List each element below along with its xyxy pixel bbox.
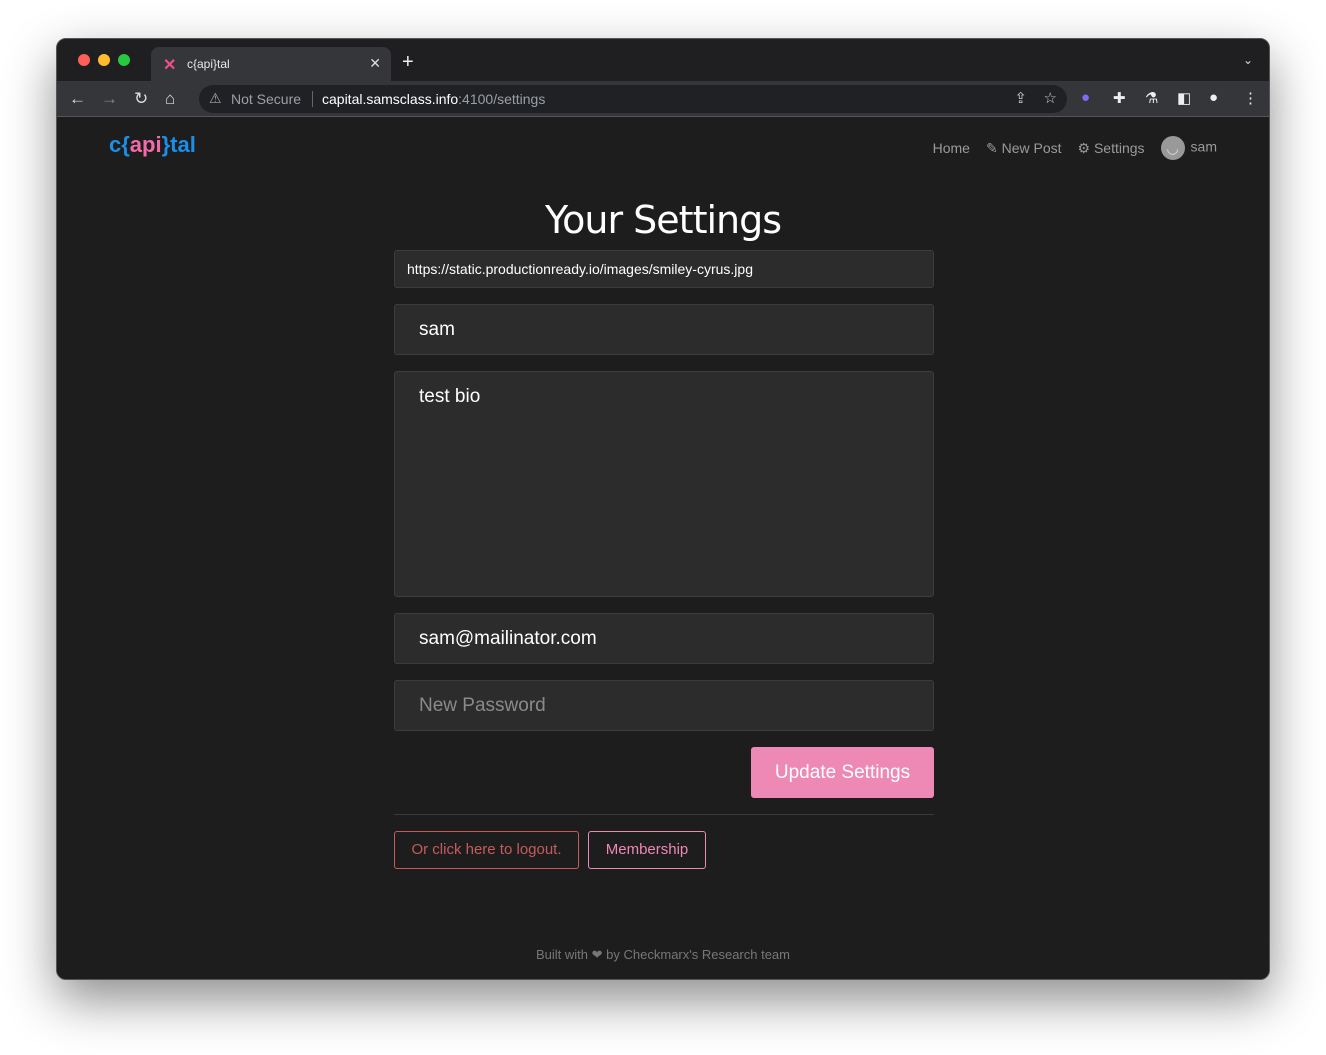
- browser-tab[interactable]: ✕ c{api}tal ✕: [151, 47, 391, 81]
- extensions-puzzle-icon[interactable]: ✚: [1113, 89, 1126, 107]
- main-nav: Home ✎ New Post ⚙ Settings ◡ sam: [933, 136, 1217, 160]
- logout-button[interactable]: Or click here to logout.: [394, 831, 579, 869]
- bookmark-star-icon[interactable]: ☆: [1044, 89, 1057, 107]
- extension-ghost-icon[interactable]: ●: [1081, 89, 1090, 106]
- not-secure-label: Not Secure: [231, 91, 302, 107]
- nav-home[interactable]: Home: [933, 140, 970, 156]
- page-content: c{api}tal Home ✎ New Post ⚙ Settings ◡ sa…: [57, 118, 1269, 979]
- minimize-window-button[interactable]: [98, 54, 110, 66]
- logo-part: }tal: [161, 132, 196, 157]
- password-input[interactable]: New Password: [394, 680, 934, 731]
- logo-part: api: [129, 132, 162, 157]
- forward-icon[interactable]: →: [101, 89, 118, 109]
- tab-search-chevron-icon[interactable]: ⌄: [1243, 53, 1253, 67]
- warning-icon: ⚠: [209, 90, 222, 106]
- footer: Built with ❤ by Checkmarx's Research tea…: [57, 947, 1269, 963]
- nav-settings[interactable]: ⚙ Settings: [1078, 140, 1145, 157]
- share-icon[interactable]: ⇪: [1014, 89, 1027, 107]
- membership-button[interactable]: Membership: [588, 831, 706, 869]
- divider: [312, 91, 313, 107]
- nav-new-post[interactable]: ✎ New Post: [986, 140, 1062, 157]
- side-panel-icon[interactable]: ◧: [1177, 89, 1191, 107]
- close-tab-icon[interactable]: ✕: [369, 55, 381, 72]
- url-path: :4100/settings: [458, 91, 546, 107]
- nav-settings-label: Settings: [1093, 139, 1145, 156]
- nav-username: sam: [1190, 138, 1217, 155]
- bio-textarea[interactable]: test bio: [394, 371, 934, 597]
- browser-window: ✕ c{api}tal ✕ + ⌄ ← → ↻ ⌂ ⚠ Not Secure c…: [56, 38, 1270, 980]
- back-icon[interactable]: ←: [69, 89, 86, 109]
- page-title: Your Settings: [544, 198, 782, 242]
- close-window-button[interactable]: [78, 54, 90, 66]
- url-host: capital.samsclass.info: [322, 91, 459, 107]
- update-settings-button[interactable]: Update Settings: [751, 747, 934, 798]
- nav-new-post-label: New Post: [1001, 139, 1062, 156]
- username-input[interactable]: sam: [394, 304, 934, 355]
- logo-part: c{: [109, 132, 130, 157]
- home-icon[interactable]: ⌂: [165, 89, 175, 109]
- heart-icon: ❤: [591, 947, 603, 962]
- nav-profile[interactable]: ◡ sam: [1160, 136, 1217, 160]
- reload-icon[interactable]: ↻: [134, 89, 148, 109]
- email-input[interactable]: sam@mailinator.com: [394, 613, 934, 664]
- new-tab-icon[interactable]: +: [402, 51, 414, 74]
- footer-text: by Checkmarx's Research team: [606, 947, 790, 962]
- browser-toolbar: ← → ↻ ⌂ ⚠ Not Secure capital.samsclass.i…: [57, 81, 1269, 117]
- maximize-window-button[interactable]: [118, 54, 130, 66]
- menu-kebab-icon[interactable]: ⋮: [1243, 89, 1258, 107]
- favicon-icon: ✕: [163, 57, 177, 74]
- tab-bar: ✕ c{api}tal ✕ + ⌄: [57, 39, 1269, 81]
- labs-flask-icon[interactable]: ⚗: [1145, 89, 1158, 107]
- logo[interactable]: c{api}tal: [109, 132, 196, 158]
- address-bar[interactable]: ⚠ Not Secure capital.samsclass.info:4100…: [199, 85, 1067, 113]
- edit-icon: ✎: [985, 139, 998, 156]
- profile-icon[interactable]: ●: [1209, 89, 1218, 106]
- divider: [394, 814, 934, 815]
- avatar: ◡: [1160, 136, 1185, 160]
- image-url-input[interactable]: https://static.productionready.io/images…: [394, 250, 934, 288]
- gear-icon: ⚙: [1077, 139, 1091, 156]
- url-text: capital.samsclass.info:4100/settings: [322, 91, 545, 107]
- footer-text: Built with: [535, 947, 589, 962]
- tab-title: c{api}tal: [187, 57, 230, 71]
